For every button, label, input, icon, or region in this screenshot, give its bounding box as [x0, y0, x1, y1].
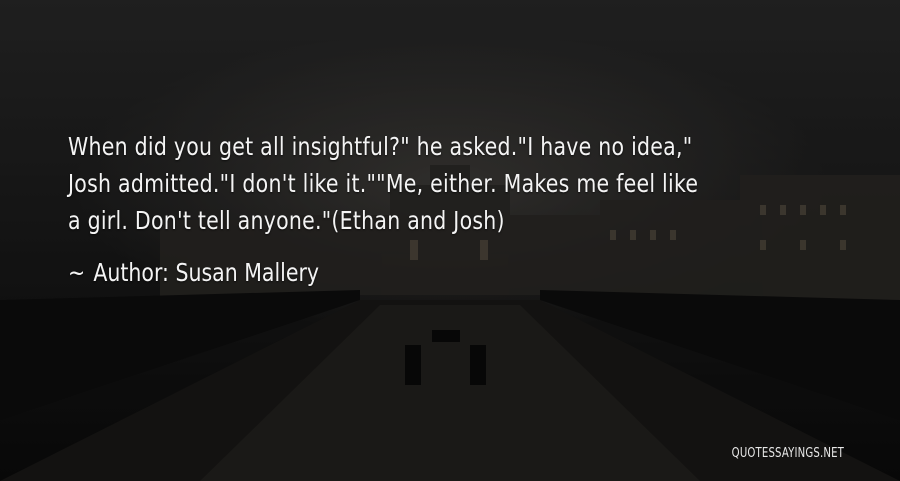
author-name[interactable]: Susan Mallery — [175, 258, 319, 287]
author-line: ~ Author: Susan Mallery — [68, 257, 319, 289]
tilde-icon: ~ — [68, 258, 86, 287]
quote-text: When did you get all insightful?" he ask… — [68, 132, 699, 235]
background-night-bridge-scene — [0, 0, 900, 481]
author-label: Author: — [93, 258, 169, 287]
quote-card: When did you get all insightful?" he ask… — [0, 0, 900, 481]
site-watermark: QUOTESSAYINGS.NET — [731, 446, 844, 461]
